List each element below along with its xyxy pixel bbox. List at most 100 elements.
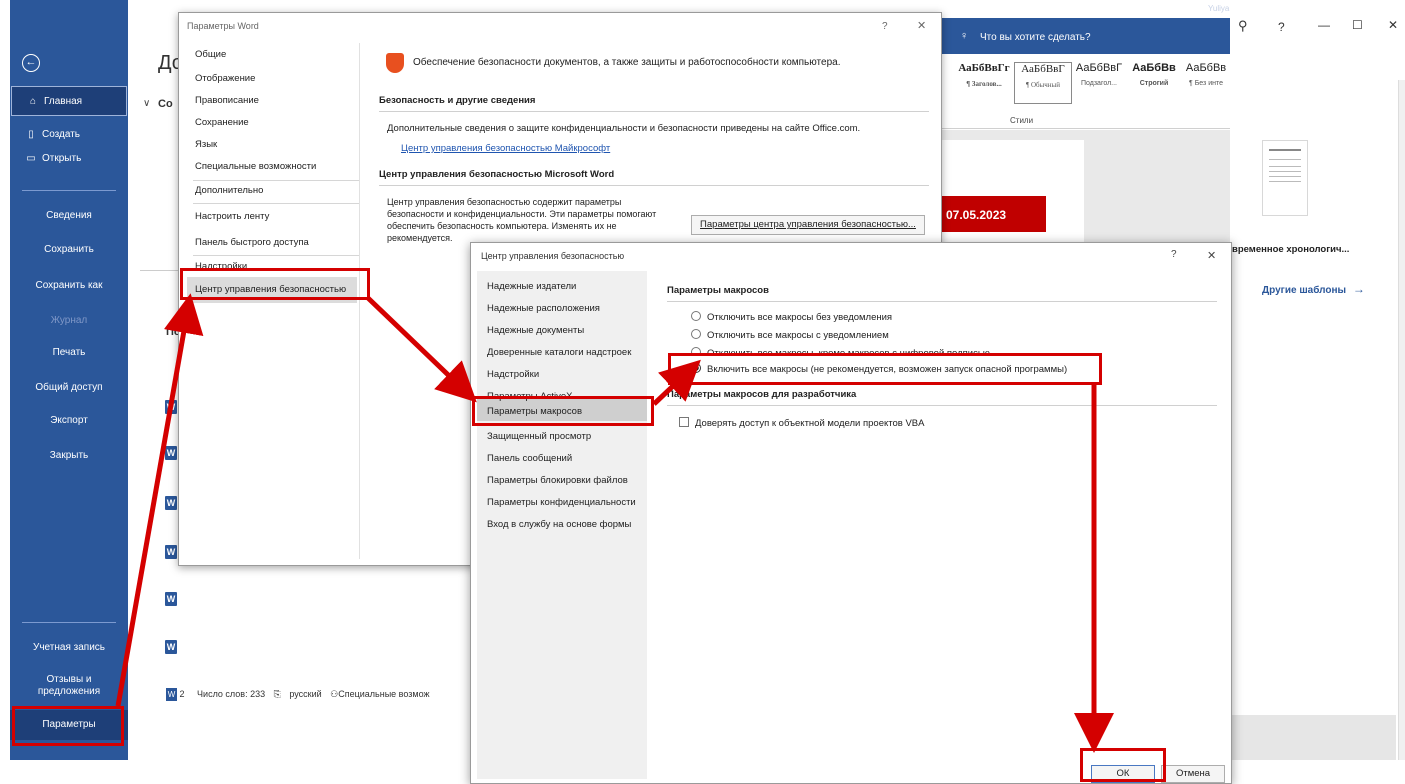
nav-divider [193, 203, 359, 204]
checkbox[interactable] [679, 417, 689, 427]
word-document-icon: W [165, 496, 177, 510]
new-document-icon: ▯ [28, 129, 34, 140]
security-info-text: Дополнительные сведения о защите конфиде… [387, 123, 861, 134]
nav-language[interactable]: Язык [195, 139, 217, 150]
nav-file-block[interactable]: Параметры блокировки файлов [487, 475, 628, 486]
nav-save[interactable]: Сохранение [195, 117, 249, 128]
trust-center-settings-button[interactable]: Параметры центра управления безопасность… [691, 215, 925, 235]
status-language[interactable]: русский [289, 689, 321, 699]
proofing-icon: ⎘ [273, 689, 281, 699]
sidebar-item-account[interactable]: Учетная запись [10, 642, 128, 653]
dialog-close-button[interactable]: ✕ [917, 19, 926, 32]
more-templates-link[interactable]: Другие шаблоны → [1262, 282, 1365, 296]
style-subtitle[interactable]: АаБбВвГ Подзагол... [1072, 62, 1126, 102]
nav-trusted-documents[interactable]: Надежные документы [487, 325, 584, 336]
templates-panel [1230, 70, 1400, 760]
template-thumbnail[interactable] [1262, 140, 1308, 216]
chevron-down-icon[interactable]: ∨ [143, 98, 150, 109]
tell-me-input[interactable]: Что вы хотите сделать? [980, 32, 1091, 43]
help-button[interactable]: ? [1278, 20, 1285, 34]
section-trust-center-title: Центр управления безопасностью Microsoft… [379, 169, 615, 180]
close-window-button[interactable]: ✕ [1388, 18, 1398, 32]
dialog-close-button[interactable]: ✕ [1207, 249, 1216, 262]
nav-message-bar[interactable]: Панель сообщений [487, 453, 572, 464]
sidebar-item-close[interactable]: Закрыть [10, 450, 128, 461]
dialog-title: Параметры Word [187, 21, 259, 31]
status-page: 2 [179, 689, 185, 699]
section-divider [667, 301, 1217, 302]
nav-protected-view[interactable]: Защищенный просмотр [487, 431, 591, 442]
sidebar-item-new[interactable]: ▯ Создать [10, 124, 128, 146]
sidebar-item-feedback[interactable]: Отзывы и предложения [14, 674, 124, 698]
trust-center-link[interactable]: Центр управления безопасностью Майкрософ… [401, 143, 610, 154]
sidebar-divider-bottom [22, 622, 116, 623]
macro-settings-title: Параметры макросов [667, 285, 769, 296]
sidebar-item-save[interactable]: Сохранить [10, 244, 128, 255]
backstage-sidebar: ← ⌂ Главная ▯ Создать ▭ Открыть Сведения Со… [10, 0, 128, 760]
nav-divider [193, 255, 359, 256]
accessibility-icon: ⚇ [330, 689, 339, 699]
lightbulb-icon: ♀ [960, 30, 969, 42]
nav-accessibility[interactable]: Специальные возможности [195, 161, 316, 172]
nav-form-signin[interactable]: Вход в службу на основе формы [487, 519, 631, 530]
word-document-icon: W [165, 545, 177, 559]
developer-macro-title: Параметры макросов для разработчика [667, 389, 857, 400]
sidebar-item-share[interactable]: Общий доступ [10, 382, 128, 393]
sidebar-item-info[interactable]: Сведения [10, 210, 128, 221]
nav-trusted-publishers[interactable]: Надежные издатели [487, 281, 576, 292]
highlight-macro-settings-nav [472, 396, 654, 426]
nav-trusted-catalogs[interactable]: Доверенные каталоги надстроек [487, 347, 631, 358]
trust-header: Обеспечение безопасности документов, а т… [413, 57, 841, 68]
highlight-options [12, 706, 124, 746]
macro-option-disable-notify[interactable]: Отключить все макросы с уведомлением [691, 329, 889, 341]
sidebar-item-export[interactable]: Экспорт [10, 415, 128, 426]
nav-addins[interactable]: Надстройки [487, 369, 539, 380]
sidebar-item-print[interactable]: Печать [10, 347, 128, 358]
nav-customize-ribbon[interactable]: Настроить ленту [195, 211, 269, 222]
trust-text-line: рекомендуется. [387, 233, 453, 243]
document-date-banner: 07.05.2023 [940, 196, 1046, 232]
ribbon-divider [940, 128, 1230, 129]
dialog-help-button[interactable]: ? [1171, 249, 1177, 260]
nav-trusted-locations[interactable]: Надежные расположения [487, 303, 600, 314]
vba-trust-checkbox[interactable]: Доверять доступ к объектной модели проек… [679, 417, 924, 429]
folder-open-icon: ▭ [26, 153, 36, 164]
word-document-icon: W [165, 400, 177, 414]
backstage-subtitle: Со [158, 98, 173, 110]
dialog-title: Центр управления безопасностью [481, 251, 625, 261]
status-accessibility[interactable]: Специальные возмож [338, 689, 429, 699]
dialog-help-button[interactable]: ? [882, 21, 888, 32]
sidebar-item-history: Журнал [50, 315, 88, 326]
sidebar-item-save-as[interactable]: Сохранить как [10, 280, 128, 291]
macro-option-disable-no-notify[interactable]: Отключить все макросы без уведомления [691, 311, 892, 323]
arrow-right-icon: → [1352, 282, 1365, 296]
style-strict[interactable]: АаБбВв Строгий [1128, 62, 1180, 102]
style-normal[interactable]: АаБбВвГ ¶ Обычный [1014, 62, 1072, 104]
nav-proofing[interactable]: Правописание [195, 95, 259, 106]
nav-general[interactable]: Общие [195, 49, 226, 60]
cancel-button[interactable]: Отмена [1161, 765, 1225, 783]
maximize-button[interactable]: ☐ [1352, 18, 1363, 32]
highlight-ok-button [1080, 748, 1166, 782]
nav-quick-access[interactable]: Панель быстрого доступа [195, 237, 309, 248]
nav-display[interactable]: Отображение [195, 73, 255, 84]
nav-advanced[interactable]: Дополнительно [195, 185, 263, 196]
status-word-count[interactable]: Число слов: 233 [197, 689, 265, 699]
nav-privacy[interactable]: Параметры конфиденциальности [487, 497, 636, 508]
radio-button[interactable] [691, 329, 701, 339]
styles-group-label: Стили [1010, 116, 1034, 125]
scrollbar[interactable] [1398, 80, 1405, 760]
word-document-icon: W [166, 688, 177, 702]
minimize-button[interactable]: — [1318, 18, 1330, 32]
sidebar-item-open[interactable]: ▭ Открыть [10, 148, 128, 170]
template-name[interactable]: временное хронологич... [1232, 244, 1349, 255]
share-icon[interactable]: ⚲ [1238, 18, 1248, 34]
radio-button[interactable] [691, 311, 701, 321]
back-button[interactable]: ← [22, 54, 40, 72]
sidebar-item-home[interactable]: ⌂ Главная [11, 86, 127, 116]
word-document-icon: W [165, 592, 177, 606]
trust-text-line: Центр управления безопасностью содержит … [387, 197, 622, 207]
tell-me-bar[interactable]: ♀ Что вы хотите сделать? [940, 18, 1230, 54]
style-no-spacing[interactable]: АаБбВв ¶ Без инте [1182, 62, 1230, 102]
style-heading[interactable]: АаБбВвГг ¶ Заголов... [955, 62, 1013, 102]
